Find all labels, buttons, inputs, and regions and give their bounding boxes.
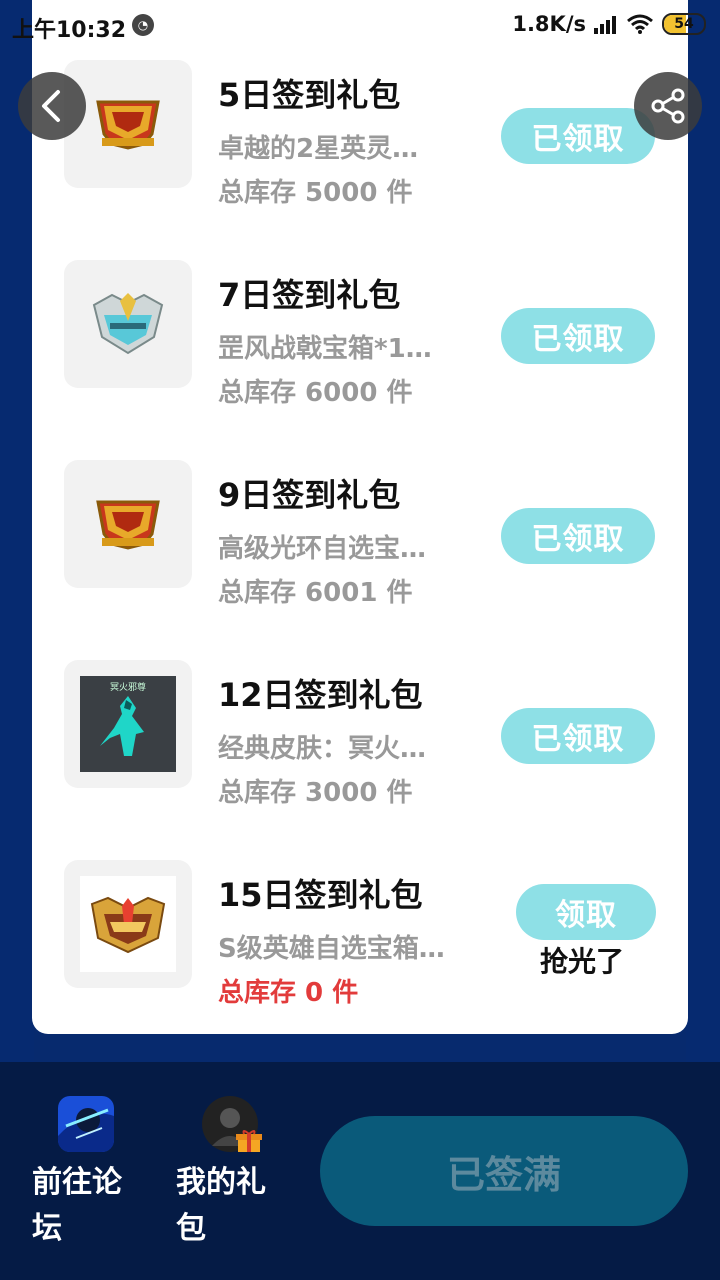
wifi-icon <box>627 14 653 34</box>
gold-helmet-icon <box>96 100 160 150</box>
avatar <box>202 1096 262 1152</box>
status-bar: 上午10:32 ◔ 1.8K/s 54 <box>0 0 720 52</box>
battery-icon: 54 <box>662 13 706 35</box>
bottom-bar: 前往论坛 我的礼包 已签满 <box>0 1062 720 1280</box>
gift-title: 7日签到礼包 <box>218 276 401 314</box>
gift-box-icon <box>236 1130 262 1152</box>
gift-title: 5日签到礼包 <box>218 76 401 114</box>
share-icon <box>651 88 685 124</box>
claim-button[interactable]: 领取 <box>516 884 656 940</box>
network-speed: 1.8K/s <box>512 12 586 36</box>
silver-helmet-icon <box>92 293 164 355</box>
status-time: 上午10:32 <box>12 18 127 43</box>
forum-label: 前往论坛 <box>32 1165 122 1246</box>
claimed-button[interactable]: 已领取 <box>501 708 655 764</box>
gift-description: S级英雄自选宝箱… <box>218 934 445 964</box>
gift-item-7-day: 7日签到礼包 罡风战戟宝箱*1… 总库存 6000 件 已领取 <box>32 180 688 408</box>
sold-out-label: 抢光了 <box>540 945 625 978</box>
gift-list-card: 5日签到礼包 卓越的2星英灵… 总库存 5000 件 已领取 7日签到礼包 罡风… <box>32 0 688 1034</box>
gift-thumb <box>64 60 192 188</box>
chevron-left-icon <box>42 90 60 122</box>
hero-skin-icon: 冥火邪尊 <box>80 676 176 772</box>
gift-thumb <box>64 860 192 988</box>
claimed-button[interactable]: 已领取 <box>501 108 655 164</box>
claimed-button[interactable]: 已领取 <box>501 308 655 364</box>
back-button[interactable] <box>18 72 86 140</box>
skin-caption: 冥火邪尊 <box>110 681 146 693</box>
share-button[interactable] <box>634 72 702 140</box>
gift-description: 卓越的2星英灵… <box>218 134 419 164</box>
gift-stock-empty: 总库存 0 件 <box>218 978 359 1008</box>
notification-icon: ◔ <box>132 14 154 36</box>
claimed-button[interactable]: 已领取 <box>501 508 655 564</box>
gift-title: 9日签到礼包 <box>218 476 401 514</box>
forum-link[interactable]: 前往论坛 <box>32 1096 142 1252</box>
battery-level: 54 <box>674 16 694 32</box>
my-gifts-link[interactable]: 我的礼包 <box>176 1096 286 1252</box>
gift-description: 经典皮肤：冥火… <box>218 734 427 764</box>
gift-thumb <box>64 260 192 388</box>
my-gifts-label: 我的礼包 <box>176 1165 266 1246</box>
gift-title: 12日签到礼包 <box>218 676 423 714</box>
gift-thumb: 冥火邪尊 <box>64 660 192 788</box>
gift-item-9-day: 9日签到礼包 高级光环自选宝… 总库存 6001 件 已领取 <box>32 380 688 608</box>
gift-description: 高级光环自选宝… <box>218 534 427 564</box>
signed-full-button[interactable]: 已签满 <box>320 1116 688 1226</box>
signal-icon <box>594 14 618 34</box>
game-app-icon <box>58 1096 114 1152</box>
gold-helmet-icon <box>96 500 160 550</box>
gift-description: 罡风战戟宝箱*1… <box>218 334 432 364</box>
gift-item-15-day: 15日签到礼包 S级英雄自选宝箱… 总库存 0 件 领取 抢光了 <box>32 780 688 1008</box>
gift-title: 15日签到礼包 <box>218 876 423 914</box>
gift-item-12-day: 冥火邪尊 12日签到礼包 经典皮肤：冥火… 总库存 3000 件 已领取 <box>32 580 688 808</box>
gold-crest-icon <box>90 896 166 954</box>
gift-thumb <box>64 460 192 588</box>
